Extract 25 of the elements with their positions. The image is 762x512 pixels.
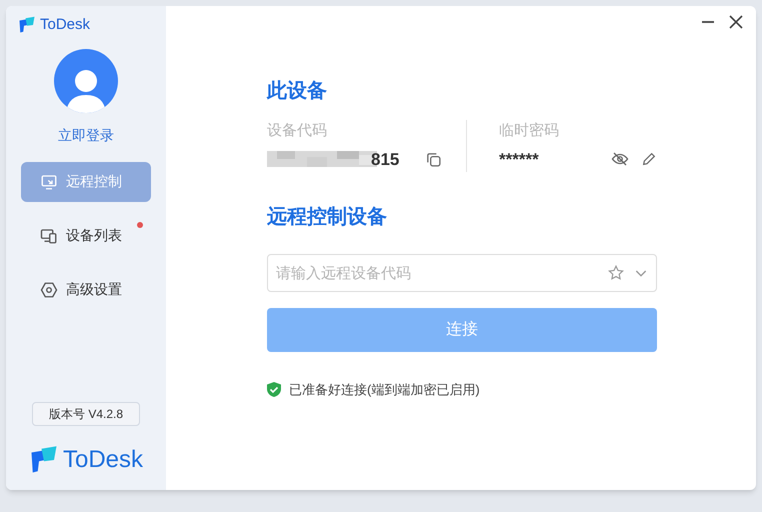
sidebar-item[interactable]: 远程控制 [21, 162, 151, 202]
field-label: 临时密码 [499, 121, 560, 141]
close-button[interactable] [728, 14, 744, 30]
remote-code-field[interactable]: 请输入远程设备代码 [267, 254, 657, 292]
section-heading: 此设备 [267, 79, 328, 104]
monitor-icon [40, 172, 58, 190]
shield-check-icon [267, 382, 281, 398]
window-title: ToDesk [40, 15, 90, 35]
brand-logo-text: ToDesk [62, 445, 144, 475]
copy-icon[interactable] [425, 150, 442, 168]
version-label: 版本号 V4.2.8 [32, 402, 140, 426]
logo-icon [28, 445, 59, 475]
sidebar-item[interactable]: 高级设置 [21, 270, 151, 310]
star-icon[interactable] [607, 264, 625, 282]
settings-icon [40, 280, 58, 298]
section-heading: 远程控制设备 [267, 205, 388, 230]
pencil-icon[interactable] [641, 151, 657, 168]
sidebar-item[interactable]: 设备列表 [21, 216, 151, 256]
field-label: 设备代码 [267, 121, 328, 141]
password-value: ****** [499, 148, 540, 170]
device-code: 815 [371, 148, 400, 170]
login-link[interactable]: 立即登录 [58, 124, 114, 146]
status-text: 已准备好连接(端到端加密已启用) [289, 381, 480, 399]
devices-icon [40, 226, 58, 244]
logo-icon [18, 16, 36, 34]
